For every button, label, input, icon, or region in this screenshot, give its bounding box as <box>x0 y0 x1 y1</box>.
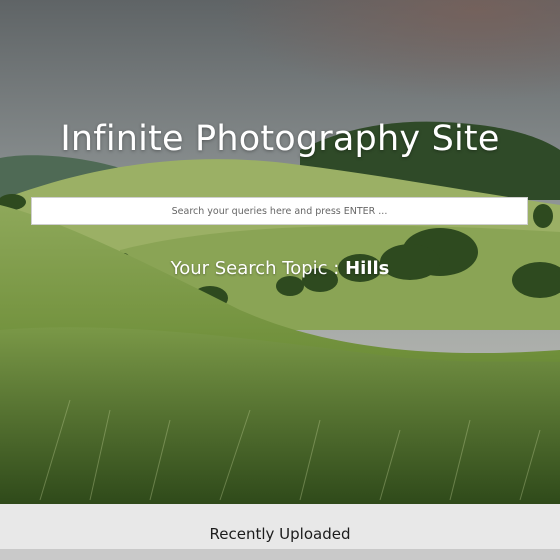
site-title: Infinite Photography Site <box>60 119 500 159</box>
hills-landscape-image <box>0 0 560 504</box>
recent-section-divider <box>0 549 560 560</box>
search-topic-value: Hills <box>345 258 390 279</box>
search-topic-label: Your Search Topic : <box>170 258 346 279</box>
recently-uploaded-heading: Recently Uploaded <box>209 525 351 543</box>
search-bar[interactable] <box>31 197 528 225</box>
hero-banner: Infinite Photography Site Your Search To… <box>0 0 560 504</box>
search-topic: Your Search Topic : Hills <box>0 258 560 279</box>
search-input[interactable] <box>32 198 527 224</box>
